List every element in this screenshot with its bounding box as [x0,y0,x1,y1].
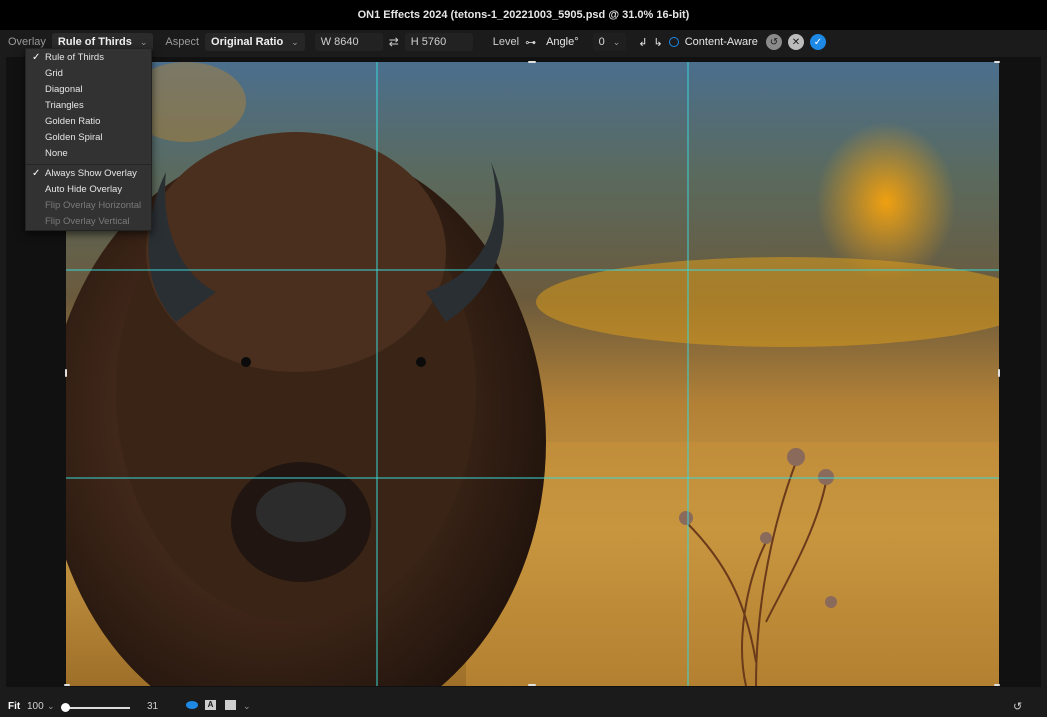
slider-value: 31 [147,701,159,712]
fit-button[interactable]: Fit [8,701,20,712]
menu-item-diagonal[interactable]: Diagonal [26,82,151,98]
angle-value: 0 [598,36,605,48]
chevron-down-icon: ⌄ [612,36,621,47]
chevron-down-icon: ⌄ [291,36,299,47]
crop-handle-bottom-left[interactable] [64,684,70,686]
menu-item-always-show-overlay[interactable]: ✓ Always Show Overlay [26,166,151,182]
aspect-label: Aspect [165,36,200,48]
photo-preview [66,62,999,686]
angle-field[interactable]: 0 ⌄ [592,33,627,51]
height-field[interactable]: H 5760 [404,33,473,51]
window-title: ON1 Effects 2024 (tetons-1_20221003_5905… [0,0,1047,30]
crop-handle-top-right[interactable] [994,61,1000,63]
rotate-ccw-icon[interactable]: ↲ [638,36,647,49]
menu-divider [26,164,151,165]
rotate-cw-icon[interactable]: ↳ [654,36,663,49]
aspect-value: Original Ratio [211,36,284,48]
chevron-down-icon[interactable]: ⌄ [243,701,251,712]
crop-handle-right[interactable] [998,369,1000,377]
zoom-value[interactable]: 100 [27,701,44,712]
radio-icon[interactable] [668,37,679,47]
chevron-down-icon: ⌄ [139,36,148,47]
level-label: Level [492,36,520,48]
menu-item-golden-spiral[interactable]: Golden Spiral [26,130,151,146]
crop-handle-top[interactable] [528,61,536,63]
menu-item-grid[interactable]: Grid [26,66,151,82]
zoom-slider-knob[interactable] [61,703,70,712]
menu-item-auto-hide-overlay[interactable]: Auto Hide Overlay [26,182,151,198]
checkmark-icon: ✓ [32,52,41,63]
aspect-dropdown[interactable]: Original Ratio ⌄ [205,33,305,51]
menu-item-flip-vertical: Flip Overlay Vertical [45,216,130,227]
swap-icon[interactable]: ⇄ [389,35,399,49]
menu-item-triangles[interactable]: Triangles [26,98,151,114]
canvas-area[interactable] [6,57,1041,687]
content-aware-label: Content-Aware [684,36,758,48]
level-icon[interactable]: ⊶ [525,36,536,49]
menu-item-golden-ratio[interactable]: Golden Ratio [26,114,151,130]
undo-icon[interactable]: ↺ [1013,700,1022,713]
mask-icon[interactable] [225,700,236,710]
overlay-menu: ✓ Rule of Thirds Grid Diagonal Triangles… [25,48,152,231]
crop-toolbar: Overlay Rule of Thirds ⌄ Aspect Original… [8,32,1039,52]
eye-icon[interactable] [186,701,198,709]
zoom-slider-track[interactable] [64,707,130,709]
menu-item-rule-of-thirds[interactable]: ✓ Rule of Thirds [26,50,151,66]
overlay-value: Rule of Thirds [57,36,132,48]
confirm-icon[interactable]: ✓ [809,34,826,50]
crop-handle-left[interactable] [65,369,67,377]
menu-item-none[interactable]: None [26,146,151,162]
width-field[interactable]: W 8640 [314,33,383,51]
bottom-bar: Fit 100 ⌄ 31 A ⌄ ↺ [0,696,1047,717]
angle-label: Angle° [546,36,579,48]
cancel-icon[interactable]: ✕ [787,34,804,50]
text-mask-icon[interactable]: A [205,700,216,710]
overlay-label: Overlay [8,36,46,48]
checkmark-icon: ✓ [32,168,41,179]
crop-handle-bottom-right[interactable] [994,684,1000,686]
chevron-down-icon[interactable]: ⌄ [47,701,55,712]
rule-of-thirds-overlay [66,62,999,686]
menu-item-flip-horizontal: Flip Overlay Horizontal [45,200,142,211]
crop-handle-bottom[interactable] [528,684,536,686]
reset-icon[interactable]: ↺ [765,34,782,50]
